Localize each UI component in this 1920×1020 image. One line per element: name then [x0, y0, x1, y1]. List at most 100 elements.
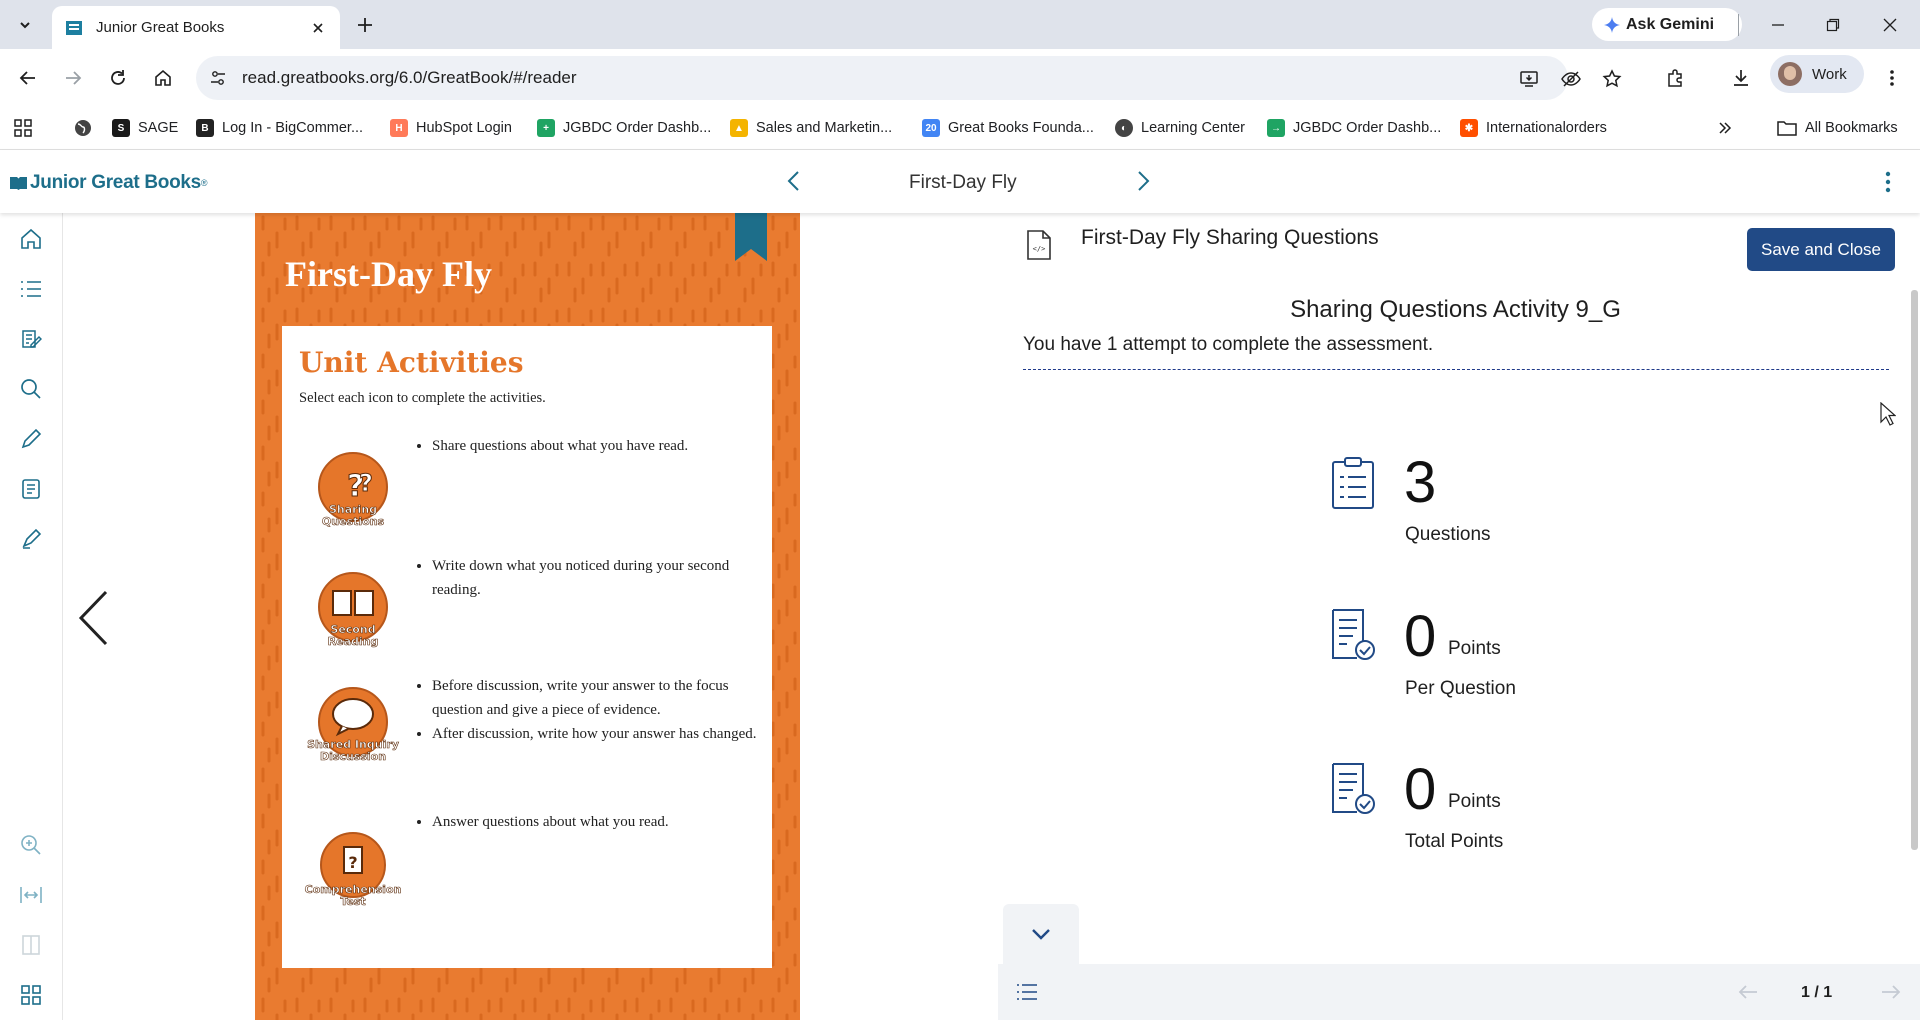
second-reading-icon[interactable]: Second Reading: [317, 571, 389, 653]
activity-title: Sharing Questions Activity 9_G: [1290, 296, 1621, 323]
bookmark-label: Learning Center: [1141, 120, 1245, 136]
calendar-icon: 20: [922, 119, 940, 137]
next-question-arrow-icon[interactable]: [1880, 982, 1902, 1002]
book-title: First-Day Fly: [909, 172, 1017, 193]
activity-bullets: Answer questions about what you read.: [412, 810, 762, 834]
zoom-in-icon[interactable]: [17, 831, 45, 859]
grid-view-icon[interactable]: [17, 981, 45, 1009]
pencil-icon[interactable]: [17, 425, 45, 453]
eye-off-icon[interactable]: [1560, 68, 1582, 90]
bookmark-item[interactable]: ▲ Sales and Marketin...: [730, 117, 892, 139]
window-close-icon[interactable]: [1877, 12, 1903, 38]
more-options-kebab-icon[interactable]: [1876, 168, 1900, 196]
total-points-unit: Points: [1448, 791, 1501, 812]
table-of-contents-icon[interactable]: [17, 275, 45, 303]
bookmarks-overflow-icon[interactable]: [1718, 117, 1732, 139]
ask-gemini-label: Ask Gemini: [1626, 15, 1715, 33]
question-pager: 1 / 1: [1801, 984, 1833, 1001]
tab-strip: Junior Great Books Ask Gemini: [0, 0, 1920, 49]
restore-icon[interactable]: [1820, 12, 1846, 38]
hubspot-icon: H: [390, 119, 408, 137]
next-section-chevron-icon[interactable]: [1131, 168, 1157, 194]
url-text: read.greatbooks.org/6.0/GreatBook/#/read…: [242, 68, 577, 87]
reload-icon[interactable]: [104, 64, 132, 92]
fit-width-icon[interactable]: [17, 881, 45, 909]
bookmark-item[interactable]: S SAGE: [112, 117, 178, 139]
svg-text:Questions: Questions: [322, 515, 385, 528]
chevron-down-icon: [1032, 929, 1050, 940]
new-tab-plus-icon[interactable]: [354, 14, 376, 36]
apps-grid-icon[interactable]: [14, 117, 32, 139]
bookmark-item[interactable]: B Log In - BigCommer...: [196, 117, 363, 139]
bookmark-ribbon-icon[interactable]: [735, 213, 767, 261]
unit-activities-card: Unit Activities Select each icon to comp…: [282, 326, 772, 968]
browser-tab[interactable]: Junior Great Books: [52, 6, 340, 49]
activity-bullet: After discussion, write how your answer …: [432, 722, 762, 746]
bookmark-item[interactable]: ◐ Learning Center: [1115, 117, 1245, 139]
bookmark-item[interactable]: H HubSpot Login: [390, 117, 512, 139]
install-app-icon[interactable]: [1518, 68, 1540, 90]
previous-section-chevron-icon[interactable]: [780, 168, 806, 194]
sheets-icon: +: [537, 119, 555, 137]
bookmark-item[interactable]: ✱ Internationalorders: [1460, 117, 1607, 139]
reader-app-bar: Junior Great Books ® First-Day Fly: [0, 150, 1920, 213]
save-and-close-button[interactable]: Save and Close: [1747, 228, 1895, 271]
ask-gemini-button[interactable]: Ask Gemini: [1592, 8, 1742, 41]
bookmark-item[interactable]: 20 Great Books Founda...: [922, 117, 1094, 139]
bookmark-label: Log In - BigCommer...: [222, 120, 364, 136]
back-arrow-icon[interactable]: [14, 64, 42, 92]
sharing-questions-icon[interactable]: ? ? Sharing Questions: [317, 451, 389, 533]
question-list-icon[interactable]: [1016, 982, 1038, 1002]
activity-bullet: Before discussion, write your answer to …: [432, 674, 762, 722]
checklist-total-points-icon: [1332, 763, 1375, 814]
zapier-icon: ✱: [1460, 119, 1478, 137]
unit-activities-heading: Unit Activities: [299, 346, 524, 379]
html-document-icon: </>: [1027, 230, 1051, 260]
minimize-icon[interactable]: [1765, 12, 1791, 38]
mouse-cursor-icon: [1880, 402, 1896, 426]
bookmark-globe-icon[interactable]: [74, 117, 92, 139]
attempt-notice: You have 1 attempt to complete the asses…: [1023, 334, 1434, 355]
bookmark-star-icon[interactable]: [1601, 68, 1623, 90]
home-icon[interactable]: [17, 225, 45, 253]
bookmark-label: JGBDC Order Dashb...: [563, 120, 712, 136]
profile-button[interactable]: Work: [1770, 55, 1864, 93]
previous-question-arrow-icon[interactable]: [1737, 982, 1759, 1002]
site-info-tune-icon[interactable]: [206, 66, 230, 90]
svg-text:Discussion: Discussion: [320, 750, 386, 763]
home-icon[interactable]: [149, 64, 177, 92]
junior-great-books-logo[interactable]: Junior Great Books ®: [10, 172, 208, 194]
bookmark-item[interactable]: → JGBDC Order Dashb...: [1267, 117, 1441, 139]
svg-text:</>: </>: [1033, 245, 1046, 253]
total-points-label: Total Points: [1405, 831, 1504, 852]
drive-icon: ▲: [730, 119, 748, 137]
questions-label: Questions: [1405, 524, 1491, 545]
all-bookmarks-folder[interactable]: All Bookmarks: [1777, 117, 1898, 139]
search-icon[interactable]: [17, 375, 45, 403]
activity-bullet: Share questions about what you have read…: [432, 434, 762, 458]
tab-search-chevron-icon[interactable]: [12, 12, 38, 38]
chrome-menu-icon[interactable]: [1878, 64, 1906, 92]
previous-page-arrow-icon[interactable]: [76, 588, 110, 648]
tab-close-icon[interactable]: [308, 18, 328, 38]
reader-sidebar: [0, 213, 63, 1020]
highlighter-icon[interactable]: [17, 525, 45, 553]
total-points-value: 0: [1404, 757, 1437, 822]
bookmark-label: SAGE: [138, 120, 179, 136]
activity-bullets: Share questions about what you have read…: [412, 434, 762, 458]
forward-arrow-icon[interactable]: [59, 64, 87, 92]
shared-inquiry-discussion-icon[interactable]: Shared Inquiry Discussion: [300, 686, 406, 768]
bookmark-item[interactable]: + JGBDC Order Dashb...: [537, 117, 711, 139]
address-bar[interactable]: read.greatbooks.org/6.0/GreatBook/#/read…: [196, 56, 1622, 100]
assignments-icon[interactable]: [17, 325, 45, 353]
extensions-puzzle-icon[interactable]: [1662, 64, 1690, 92]
gemini-sparkle-icon: [1604, 16, 1620, 33]
comprehension-test-icon[interactable]: ? Comprehension Test: [296, 831, 410, 913]
notes-icon[interactable]: [17, 475, 45, 503]
sage-icon: S: [112, 119, 130, 137]
collapse-chevron-button[interactable]: [1003, 904, 1079, 964]
page-view-icon[interactable]: [17, 931, 45, 959]
per-question-points-unit: Points: [1448, 638, 1501, 659]
downloads-icon[interactable]: [1727, 64, 1755, 92]
panel-scrollbar[interactable]: [1911, 290, 1918, 850]
